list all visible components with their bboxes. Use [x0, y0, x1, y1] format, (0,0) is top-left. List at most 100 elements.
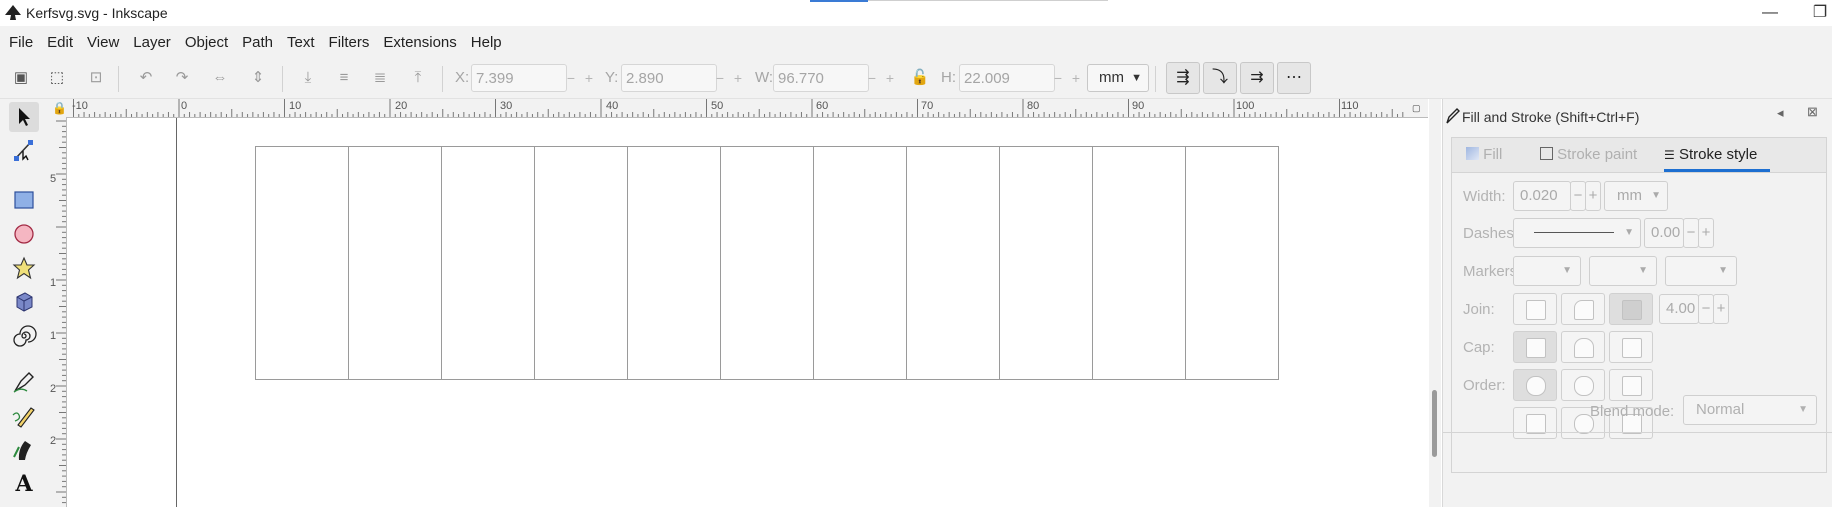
horizontal-ruler[interactable]: 🔒 -10 0 10 20 30 40 50 60 70 80 90 100 1…: [48, 99, 1428, 118]
menu-layer[interactable]: Layer: [126, 26, 178, 60]
pen-tool-icon[interactable]: [9, 367, 39, 397]
start-marker-select[interactable]: ▼: [1513, 256, 1581, 286]
miter-increment[interactable]: +: [1713, 294, 1729, 324]
ellipse-tool-icon[interactable]: [9, 219, 39, 249]
w-increment[interactable]: +: [882, 64, 898, 92]
maximize-button[interactable]: ❐: [1805, 2, 1832, 24]
blend-mode-select[interactable]: Normal ▼: [1683, 395, 1817, 425]
blend-mode-label: Blend mode:: [1590, 403, 1675, 420]
order-stroke-fill-markers-button[interactable]: [1561, 369, 1605, 401]
height-input[interactable]: 22.009: [959, 64, 1055, 92]
width-input[interactable]: 96.770: [773, 64, 869, 92]
menu-help[interactable]: Help: [464, 26, 509, 60]
lock-guides-icon[interactable]: 🔒: [52, 101, 67, 115]
menu-path[interactable]: Path: [235, 26, 280, 60]
rotate-cw-icon[interactable]: ↷: [172, 68, 192, 88]
rotate-ccw-icon[interactable]: ↶: [136, 68, 156, 88]
cap-square-button[interactable]: [1609, 331, 1653, 363]
select-all-icon[interactable]: ▣: [11, 68, 31, 88]
pencil-tool-icon[interactable]: [9, 401, 39, 431]
drawing-canvas[interactable]: [67, 118, 1429, 507]
selector-tool-icon[interactable]: [9, 102, 39, 132]
unit-select-value: mm: [1099, 69, 1124, 86]
tab-stroke-paint[interactable]: Stroke paint: [1540, 138, 1660, 172]
text-tool-icon[interactable]: A: [9, 469, 39, 499]
unit-select[interactable]: mm ▼: [1087, 64, 1149, 92]
cap-butt-button[interactable]: [1513, 331, 1557, 363]
h-increment[interactable]: +: [1068, 64, 1084, 92]
scrollbar-thumb[interactable]: [1432, 390, 1437, 457]
cap-round-button[interactable]: [1561, 331, 1605, 363]
spiral-tool-icon[interactable]: [9, 321, 39, 351]
mid-marker-select[interactable]: ▼: [1589, 256, 1657, 286]
ruler-label: 40: [606, 100, 619, 112]
tab-fill[interactable]: Fill: [1466, 138, 1536, 172]
scale-stroke-toggle-icon[interactable]: ⇶: [1166, 62, 1200, 94]
star-tool-icon[interactable]: [9, 253, 39, 283]
select-all-layers-icon[interactable]: ⬚: [47, 68, 67, 88]
tab-stroke-style[interactable]: ☰ Stroke style: [1664, 138, 1770, 172]
transform-patterns-toggle-icon[interactable]: ⋯: [1277, 62, 1311, 94]
menu-text[interactable]: Text: [280, 26, 322, 60]
dash-offset-increment[interactable]: +: [1698, 218, 1714, 248]
menu-edit[interactable]: Edit: [40, 26, 80, 60]
dash-pattern-select[interactable]: ▼: [1513, 218, 1641, 248]
width-increment[interactable]: +: [1585, 181, 1601, 211]
menu-file[interactable]: File: [2, 26, 40, 60]
ruler-label: 30: [500, 100, 513, 112]
deselect-icon[interactable]: ⊡: [86, 68, 106, 88]
y-label: Y:: [605, 69, 619, 86]
menu-filters[interactable]: Filters: [322, 26, 377, 60]
menu-view[interactable]: View: [80, 26, 126, 60]
menu-extensions[interactable]: Extensions: [376, 26, 463, 60]
scale-corners-toggle-icon[interactable]: ⤵: [1203, 62, 1237, 94]
lower-to-bottom-icon[interactable]: ⤓: [298, 68, 318, 88]
y-increment[interactable]: +: [730, 64, 746, 92]
ruler-label: 0: [181, 100, 188, 112]
3d-box-tool-icon[interactable]: [9, 287, 39, 317]
raise-icon[interactable]: ≣: [370, 68, 390, 88]
rectangle-tool-icon[interactable]: [9, 185, 39, 215]
vertical-ruler[interactable]: 5 1 1 2 2: [48, 117, 67, 507]
end-marker-select[interactable]: ▼: [1665, 256, 1737, 286]
lock-ratio-icon[interactable]: 🔓: [910, 68, 930, 88]
menu-object[interactable]: Object: [178, 26, 235, 60]
y-decrement[interactable]: −: [712, 64, 728, 92]
ruler-label: 70: [921, 100, 934, 112]
node-tool-icon[interactable]: [9, 135, 39, 165]
x-decrement[interactable]: −: [563, 64, 579, 92]
width-decrement[interactable]: −: [1570, 181, 1586, 211]
order-fill-stroke-markers-button[interactable]: [1513, 369, 1557, 401]
raise-to-top-icon[interactable]: ⤒: [408, 68, 428, 88]
flip-horizontal-icon[interactable]: ⇔: [210, 68, 230, 88]
order-label: Order:: [1463, 377, 1506, 394]
calligraphy-tool-icon[interactable]: [9, 435, 39, 465]
h-decrement[interactable]: −: [1050, 64, 1066, 92]
order-fill-markers-stroke-button[interactable]: [1609, 369, 1653, 401]
close-icon[interactable]: ⊠: [1807, 104, 1818, 120]
load-progress-bar: [810, 0, 868, 2]
miter-limit-input[interactable]: 4.00: [1659, 294, 1699, 324]
kerf-outline[interactable]: [255, 146, 1279, 380]
join-bevel-button[interactable]: [1513, 293, 1557, 325]
dash-offset-input[interactable]: 0.00: [1644, 218, 1684, 248]
width-unit-select[interactable]: mm ▼: [1604, 181, 1668, 211]
dash-offset-decrement[interactable]: −: [1683, 218, 1699, 248]
join-miter-button[interactable]: [1609, 293, 1653, 325]
w-decrement[interactable]: −: [864, 64, 880, 92]
flip-vertical-icon[interactable]: ⇕: [248, 68, 268, 88]
miter-decrement[interactable]: −: [1698, 294, 1714, 324]
x-increment[interactable]: +: [581, 64, 597, 92]
dock-panel-icon[interactable]: ◂: [1777, 105, 1784, 121]
join-round-button[interactable]: [1561, 293, 1605, 325]
minimize-button[interactable]: —: [1755, 2, 1785, 24]
lower-icon[interactable]: ≡: [334, 68, 354, 88]
inkscape-logo-icon: [5, 5, 21, 20]
ruler-corner-icon[interactable]: ▢: [1412, 103, 1421, 114]
x-input[interactable]: 7.399: [471, 64, 567, 92]
stroke-width-input[interactable]: 0.020: [1513, 181, 1571, 211]
y-input[interactable]: 2.890: [621, 64, 717, 92]
order-markers-fill-stroke-button[interactable]: [1513, 407, 1557, 439]
toolbar-separator: [1155, 66, 1156, 92]
transform-gradients-toggle-icon[interactable]: ⇉: [1240, 62, 1274, 94]
